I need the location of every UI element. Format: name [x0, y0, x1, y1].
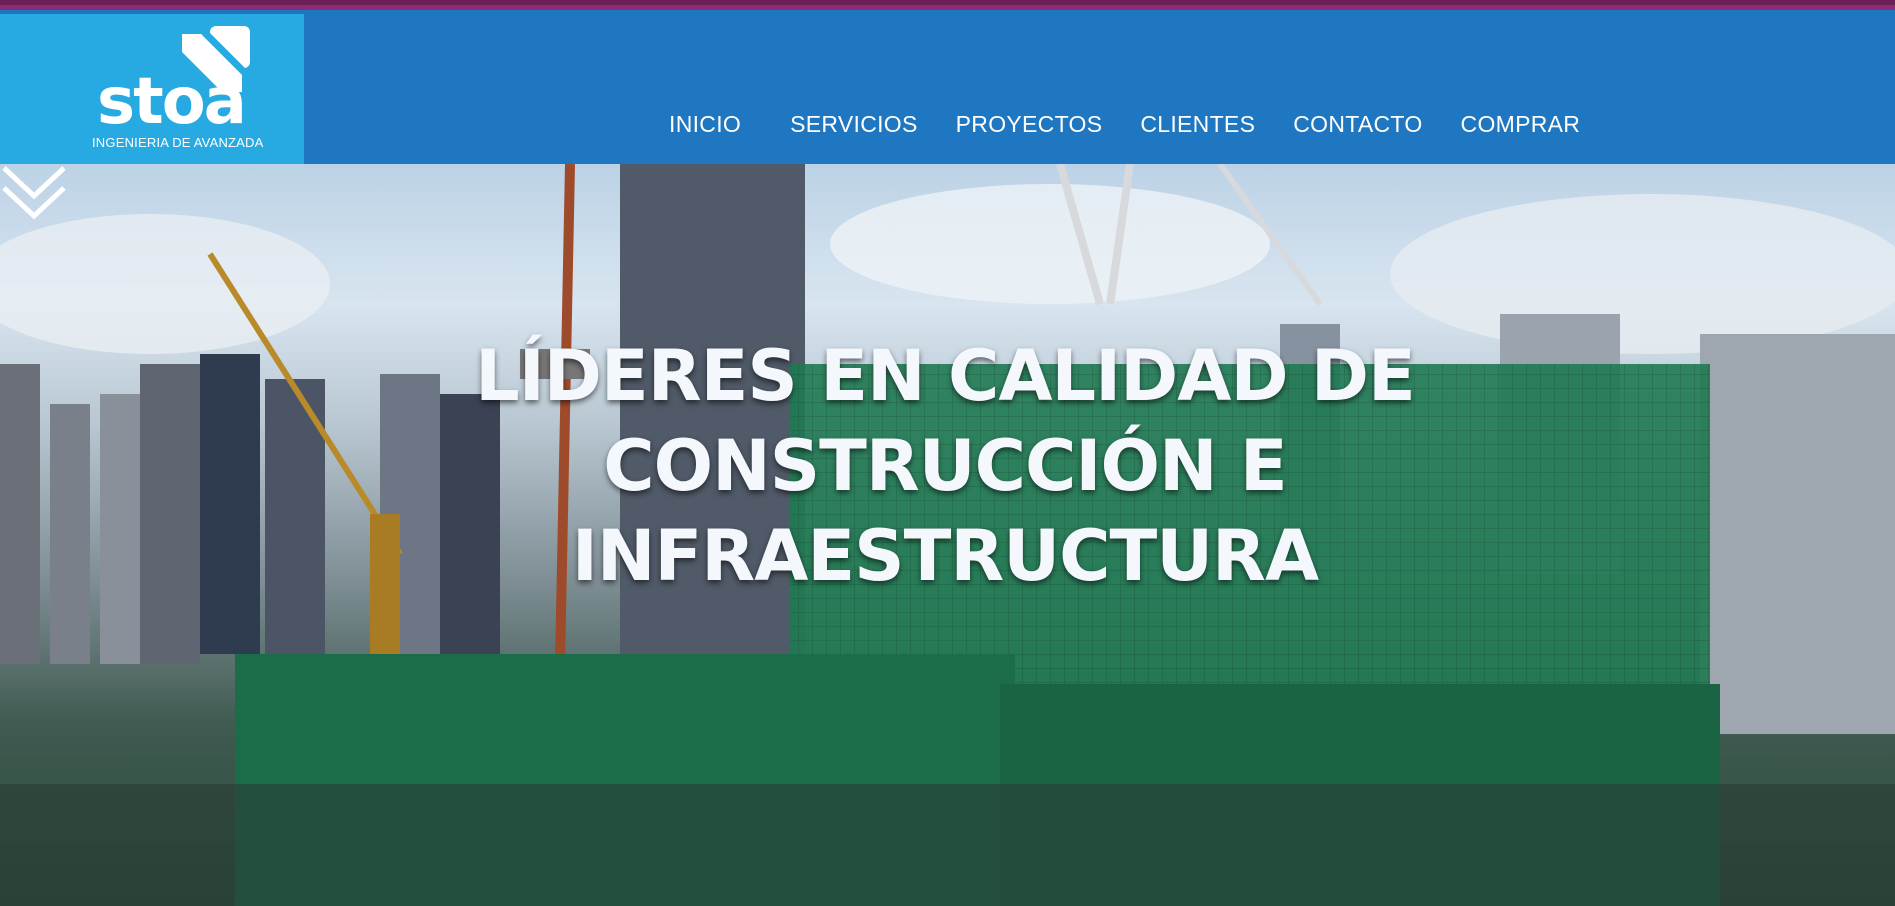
- logo[interactable]: stoa INGENIERIA DE AVANZADA: [0, 14, 304, 164]
- nav-item-contacto[interactable]: CONTACTO: [1274, 111, 1441, 138]
- nav-item-comprar[interactable]: COMPRAR: [1442, 111, 1600, 138]
- hero-banner: LÍDERES EN CALIDAD DE CONSTRUCCIÓN E INF…: [0, 164, 1895, 906]
- hero-title-line-2: CONSTRUCCIÓN E: [603, 424, 1287, 507]
- nav-item-inicio[interactable]: INICIO: [650, 111, 771, 138]
- hero-title: LÍDERES EN CALIDAD DE CONSTRUCCIÓN E INF…: [440, 331, 1450, 601]
- top-accent-strip: [0, 0, 1895, 14]
- nav-item-clientes[interactable]: CLIENTES: [1121, 111, 1274, 138]
- nav-item-proyectos[interactable]: PROYECTOS: [937, 111, 1122, 138]
- hero-title-line-3: INFRAESTRUCTURA: [571, 514, 1319, 597]
- site-header: stoa INGENIERIA DE AVANZADA INICIO SERVI…: [0, 14, 1895, 164]
- main-nav: INICIO SERVICIOS PROYECTOS CLIENTES CONT…: [650, 94, 1599, 154]
- double-chevron-down-icon[interactable]: [0, 164, 68, 222]
- nav-item-servicios[interactable]: SERVICIOS: [771, 111, 937, 138]
- logo-tagline: INGENIERIA DE AVANZADA: [92, 135, 264, 150]
- logo-wordmark: stoa: [97, 65, 247, 139]
- hero-title-line-1: LÍDERES EN CALIDAD DE: [475, 334, 1416, 417]
